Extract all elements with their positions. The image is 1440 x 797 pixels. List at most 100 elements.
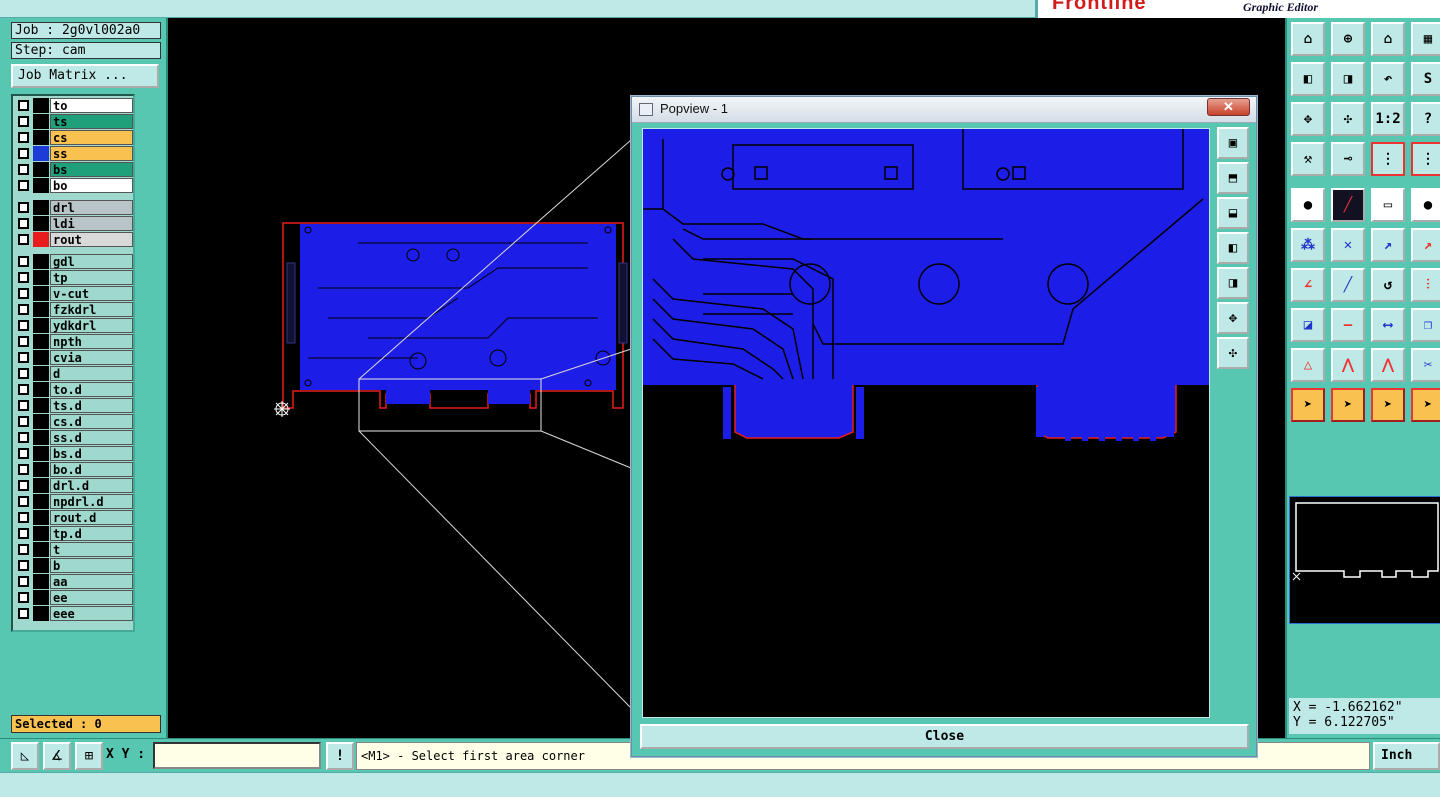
pan-right-icon[interactable]: ◨ — [1331, 62, 1365, 96]
snap-icon[interactable]: ◺ — [11, 742, 39, 770]
layer-name[interactable]: rout.d — [50, 510, 133, 525]
pad-icon[interactable]: ● — [1291, 188, 1325, 222]
popview-left-icon[interactable]: ◧ — [1217, 232, 1249, 264]
net-list-icon[interactable]: ⋮ — [1411, 142, 1440, 176]
select-box-icon[interactable]: ➤ — [1331, 388, 1365, 422]
layer-color-swatch[interactable] — [33, 216, 49, 231]
shape-icon[interactable]: ◪ — [1291, 308, 1325, 342]
ruler-icon[interactable]: ▭ — [1371, 188, 1405, 222]
layer-color-swatch[interactable] — [33, 494, 49, 509]
layer-color-swatch[interactable] — [33, 542, 49, 557]
layer-name[interactable]: cs — [50, 130, 133, 145]
layer-color-swatch[interactable] — [33, 590, 49, 605]
layer-row[interactable]: t — [15, 542, 133, 557]
triangle-icon[interactable]: △ — [1291, 348, 1325, 382]
layer-color-swatch[interactable] — [33, 526, 49, 541]
layer-color-swatch[interactable] — [33, 270, 49, 285]
layer-color-swatch[interactable] — [33, 114, 49, 129]
layer-row[interactable]: tp — [15, 270, 133, 285]
point-icon[interactable]: ↗ — [1411, 228, 1440, 262]
layer-name[interactable]: eee — [50, 606, 133, 621]
peak-icon[interactable]: ⋀ — [1331, 348, 1365, 382]
layer-checkbox[interactable] — [18, 202, 29, 213]
layer-checkbox[interactable] — [18, 464, 29, 475]
layer-name[interactable]: t — [50, 542, 133, 557]
layer-checkbox[interactable] — [18, 528, 29, 539]
layer-checkbox[interactable] — [18, 180, 29, 191]
layer-row[interactable]: ss.d — [15, 430, 133, 445]
layer-row[interactable]: fzkdrl — [15, 302, 133, 317]
layer-checkbox[interactable] — [18, 576, 29, 587]
grid-icon[interactable]: ▦ — [1411, 22, 1440, 56]
layer-name[interactable]: aa — [50, 574, 133, 589]
line-red-icon[interactable]: ╱ — [1331, 188, 1365, 222]
layer-checkbox[interactable] — [18, 480, 29, 491]
select-poly-icon[interactable]: ➤ — [1371, 388, 1405, 422]
fit-icon[interactable]: ✥ — [1291, 102, 1325, 136]
copy-icon[interactable]: ❐ — [1411, 308, 1440, 342]
layer-checkbox[interactable] — [18, 320, 29, 331]
span-icon[interactable]: ⟷ — [1371, 308, 1405, 342]
layer-checkbox[interactable] — [18, 416, 29, 427]
layer-color-swatch[interactable] — [33, 334, 49, 349]
layer-color-swatch[interactable] — [33, 146, 49, 161]
layer-checkbox[interactable] — [18, 148, 29, 159]
layer-row[interactable]: bs — [15, 162, 133, 177]
layer-row[interactable]: bs.d — [15, 446, 133, 461]
layer-row[interactable]: cs — [15, 130, 133, 145]
layer-checkbox[interactable] — [18, 432, 29, 443]
popview-right-icon[interactable]: ◨ — [1217, 267, 1249, 299]
layer-row[interactable]: rout — [15, 232, 133, 247]
layer-checkbox[interactable] — [18, 592, 29, 603]
undo-icon[interactable]: ↶ — [1371, 62, 1405, 96]
layer-name[interactable]: fzkdrl — [50, 302, 133, 317]
popview-up-icon[interactable]: ⬒ — [1217, 162, 1249, 194]
minus-icon[interactable]: — — [1331, 308, 1365, 342]
layer-color-swatch[interactable] — [33, 178, 49, 193]
layer-checkbox[interactable] — [18, 164, 29, 175]
layer-color-swatch[interactable] — [33, 462, 49, 477]
layer-color-swatch[interactable] — [33, 130, 49, 145]
layer-name[interactable]: ydkdrl — [50, 318, 133, 333]
layer-color-swatch[interactable] — [33, 302, 49, 317]
unit-select[interactable]: Inch — [1373, 742, 1440, 770]
layer-name[interactable]: to — [50, 98, 133, 113]
layer-name[interactable]: drl — [50, 200, 133, 215]
help-icon[interactable]: ? — [1411, 102, 1440, 136]
layer-name[interactable]: ss — [50, 146, 133, 161]
pan-left-icon[interactable]: ◧ — [1291, 62, 1325, 96]
layer-name[interactable]: npdrl.d — [50, 494, 133, 509]
layer-color-swatch[interactable] — [33, 606, 49, 621]
layer-row[interactable]: ee — [15, 590, 133, 605]
center-icon[interactable]: ✣ — [1331, 102, 1365, 136]
zoom-home-icon[interactable]: ⌂ — [1291, 22, 1325, 56]
layer-color-swatch[interactable] — [33, 558, 49, 573]
layer-checkbox[interactable] — [18, 352, 29, 363]
layer-color-swatch[interactable] — [33, 398, 49, 413]
close-icon[interactable]: ✕ — [1207, 98, 1250, 116]
layer-name[interactable]: cs.d — [50, 414, 133, 429]
layer-checkbox[interactable] — [18, 400, 29, 411]
layer-color-swatch[interactable] — [33, 350, 49, 365]
layer-row[interactable]: cs.d — [15, 414, 133, 429]
layer-row[interactable]: to.d — [15, 382, 133, 397]
grid-snap-icon[interactable]: ⊞ — [75, 742, 103, 770]
popview-zoom-icon[interactable]: ▣ — [1217, 127, 1249, 159]
net-icon[interactable]: ⋮ — [1371, 142, 1405, 176]
layer-color-swatch[interactable] — [33, 162, 49, 177]
layer-row[interactable]: npdrl.d — [15, 494, 133, 509]
layer-checkbox[interactable] — [18, 288, 29, 299]
redraw-icon[interactable]: S — [1411, 62, 1440, 96]
layer-row[interactable]: ldi — [15, 216, 133, 231]
layer-row[interactable]: bo — [15, 178, 133, 193]
layer-checkbox[interactable] — [18, 496, 29, 507]
layer-row[interactable]: to — [15, 98, 133, 113]
mirror-icon[interactable]: ⫶ — [1411, 268, 1440, 302]
layer-row[interactable]: ss — [15, 146, 133, 161]
probe-icon[interactable]: ⊸ — [1331, 142, 1365, 176]
popview-canvas[interactable] — [642, 128, 1210, 718]
layer-color-swatch[interactable] — [33, 430, 49, 445]
layer-color-swatch[interactable] — [33, 200, 49, 215]
layer-color-swatch[interactable] — [33, 414, 49, 429]
layer-row[interactable]: rout.d — [15, 510, 133, 525]
